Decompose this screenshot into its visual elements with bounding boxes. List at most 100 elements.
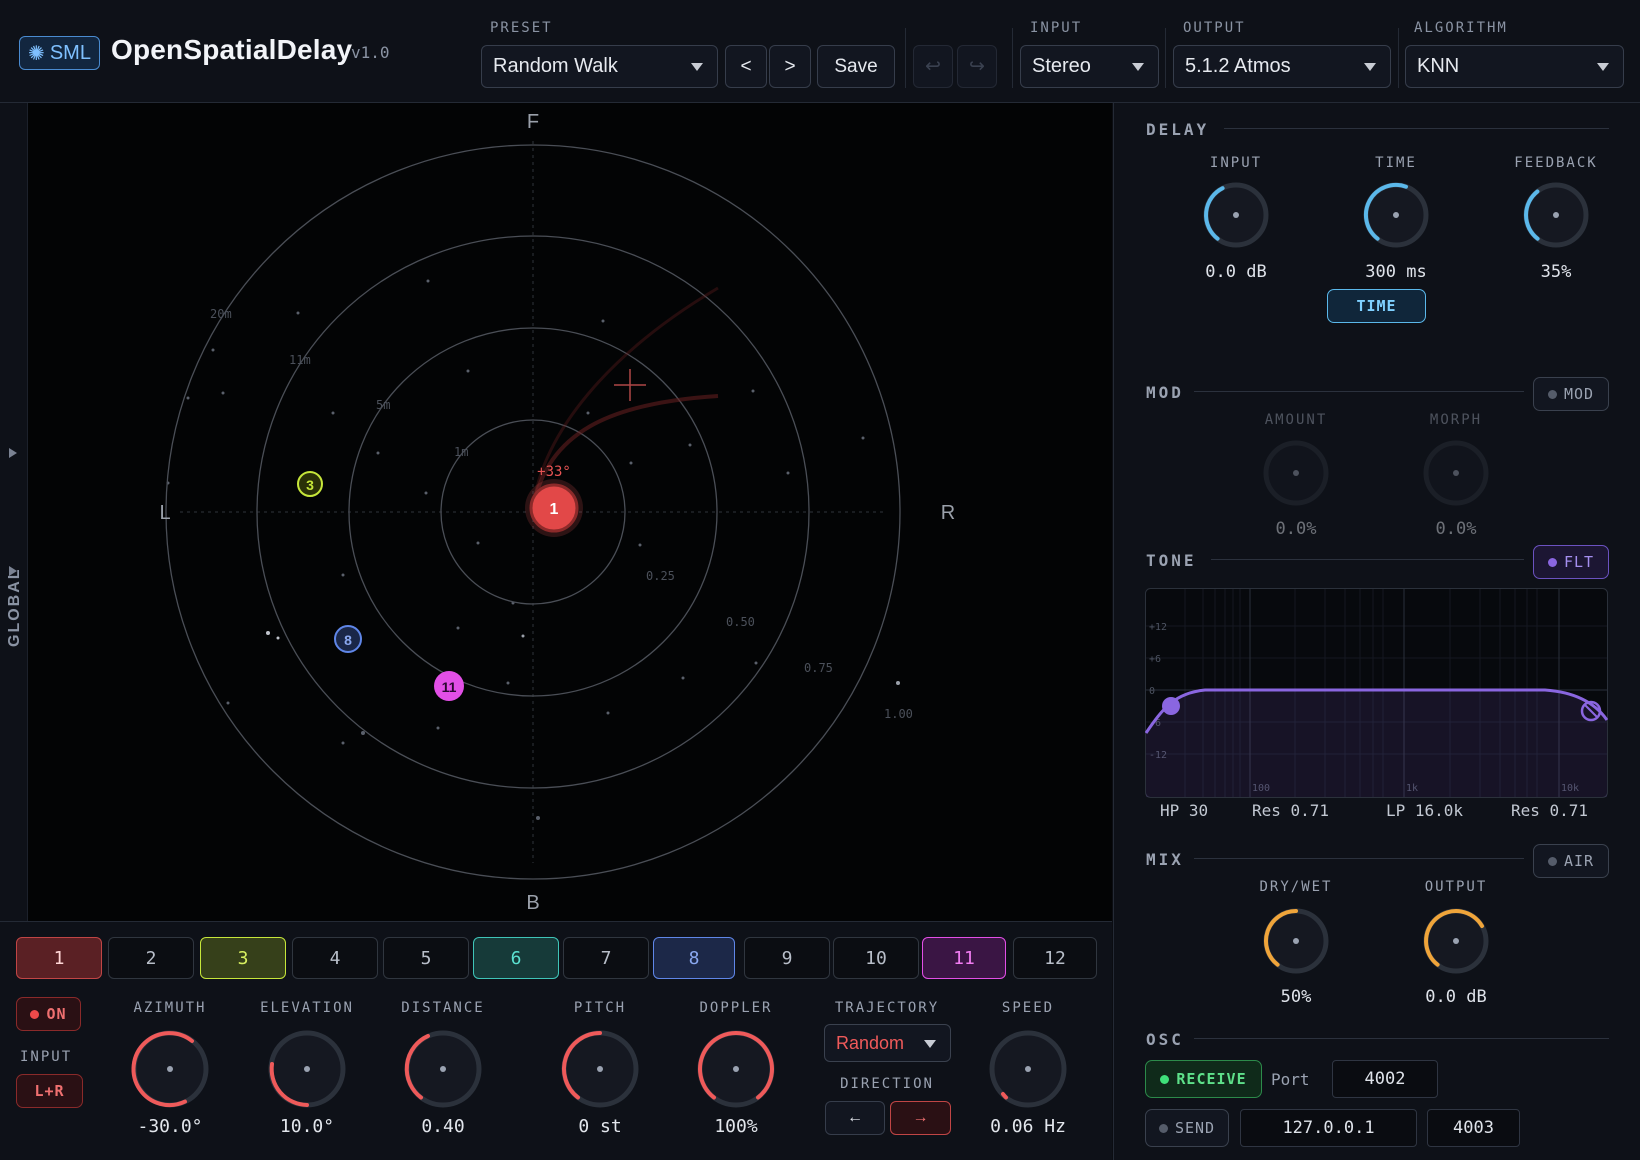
channel-button-7[interactable]: 7 xyxy=(563,937,649,979)
output-value: 5.1.2 Atmos xyxy=(1185,55,1291,77)
spatial-view[interactable]: F B L R 20m 11m 5m 1m 0.25 0.50 0.75 1.0… xyxy=(28,103,1112,921)
divider xyxy=(905,28,906,88)
divider xyxy=(1211,559,1524,560)
delay-time-label: TIME xyxy=(1375,155,1417,171)
status-dot xyxy=(1547,557,1557,567)
drywet-knob[interactable] xyxy=(1256,901,1336,981)
osc-port-label: Port xyxy=(1271,1070,1310,1089)
mod-amount-knob[interactable] xyxy=(1256,433,1336,513)
drywet-value: 50% xyxy=(1280,987,1312,1007)
global-label: GLOBAL xyxy=(6,567,23,647)
trajectory-select[interactable]: Random xyxy=(824,1024,951,1062)
output-label: OUTPUT xyxy=(1183,20,1246,36)
speed-label: SPEED xyxy=(1001,1000,1055,1016)
input-label: INPUT xyxy=(1030,20,1083,36)
distance-knob[interactable] xyxy=(398,1024,488,1114)
spatial-canvas[interactable]: F B L R 20m 11m 5m 1m 0.25 0.50 0.75 1.0… xyxy=(28,103,1112,921)
parameter-panel: DELAY INPUT TIME FEEDBACK 0.0 dB 300 ms … xyxy=(1113,103,1640,1160)
channel-button-11[interactable]: 11 xyxy=(922,937,1006,979)
arrow-left-icon: ← xyxy=(847,1109,863,1126)
expand-arrow-icon xyxy=(9,448,17,458)
expand-arrow-icon xyxy=(9,566,17,576)
source-angle-label: +33° xyxy=(537,464,571,480)
elevation-value: 10.0° xyxy=(279,1116,335,1137)
mix-section-title: MIX xyxy=(1146,850,1184,869)
mod-amount-label: AMOUNT xyxy=(1264,412,1328,428)
chevron-down-icon xyxy=(1597,63,1609,71)
divider xyxy=(1165,28,1166,88)
channel-button-9[interactable]: 9 xyxy=(744,937,830,979)
preset-select[interactable]: Random Walk xyxy=(481,45,718,88)
input-select[interactable]: Stereo xyxy=(1020,45,1159,88)
header: ✺ SML OpenSpatialDelay v1.0 PRESET Rando… xyxy=(0,0,1640,103)
source-3[interactable]: 3 xyxy=(297,471,323,497)
redo-button[interactable]: ↪ xyxy=(957,45,997,88)
divider xyxy=(1194,1038,1609,1039)
channel-button-1[interactable]: 1 xyxy=(16,937,102,979)
channel-button-10[interactable]: 10 xyxy=(833,937,919,979)
channel-button-8[interactable]: 8 xyxy=(653,937,735,979)
distance-value: 0.40 xyxy=(421,1116,465,1137)
source-input-button[interactable]: L+R xyxy=(16,1074,83,1108)
azimuth-label: AZIMUTH xyxy=(133,1000,207,1016)
save-button[interactable]: Save xyxy=(817,45,895,88)
air-toggle[interactable]: AIR xyxy=(1533,844,1609,878)
direction-forward-button[interactable]: → xyxy=(890,1101,951,1135)
osc-receive-toggle[interactable]: RECEIVE xyxy=(1145,1060,1262,1098)
logo-icon: ✺ xyxy=(28,42,45,65)
filter-toggle[interactable]: FLT xyxy=(1533,545,1609,579)
source-11[interactable]: 11 xyxy=(434,671,464,701)
mod-toggle-label: MOD xyxy=(1563,385,1595,403)
algorithm-label: ALGORITHM xyxy=(1414,20,1508,36)
front-label: F xyxy=(527,111,539,133)
doppler-knob[interactable] xyxy=(691,1024,781,1114)
source-8[interactable]: 8 xyxy=(334,625,362,653)
elevation-knob[interactable] xyxy=(262,1024,352,1114)
osc-send-toggle[interactable]: SEND xyxy=(1145,1109,1229,1147)
mix-output-knob[interactable] xyxy=(1416,901,1496,981)
divider xyxy=(1194,391,1524,392)
algorithm-value: KNN xyxy=(1417,55,1460,77)
app-version: v1.0 xyxy=(351,43,390,62)
undo-button[interactable]: ↩ xyxy=(913,45,953,88)
mod-morph-knob[interactable] xyxy=(1416,433,1496,513)
direction-reverse-button[interactable]: ← xyxy=(825,1101,885,1135)
distance-label: 1m xyxy=(454,445,468,459)
azimuth-knob[interactable] xyxy=(125,1024,215,1114)
time-sync-button[interactable]: TIME xyxy=(1327,289,1426,323)
trajectory-value: Random xyxy=(836,1032,905,1053)
delay-time-knob[interactable] xyxy=(1356,175,1436,255)
global-sidebar-toggle[interactable]: GLOBAL xyxy=(0,103,28,921)
delay-feedback-knob[interactable] xyxy=(1516,175,1596,255)
channel-button-5[interactable]: 5 xyxy=(383,937,469,979)
osc-send-port-input[interactable]: 4003 xyxy=(1427,1109,1520,1147)
next-preset-button[interactable]: > xyxy=(769,45,811,88)
radius-label: 1.00 xyxy=(884,707,913,721)
divider xyxy=(1398,28,1399,88)
pitch-knob[interactable] xyxy=(555,1024,645,1114)
radius-label: 0.50 xyxy=(726,615,755,629)
tone-section-title: TONE xyxy=(1146,551,1197,570)
speed-knob[interactable] xyxy=(983,1024,1073,1114)
osc-receive-port-input[interactable]: 4002 xyxy=(1332,1060,1438,1098)
app-title: OpenSpatialDelay xyxy=(111,34,353,65)
mod-toggle[interactable]: MOD xyxy=(1533,377,1609,411)
output-select[interactable]: 5.1.2 Atmos xyxy=(1173,45,1391,88)
redo-icon: ↪ xyxy=(969,56,985,77)
air-toggle-label: AIR xyxy=(1563,852,1595,870)
filter-graph[interactable]: +12 +6 0 -6 -12 100 1k 10k xyxy=(1145,588,1608,798)
algorithm-select[interactable]: KNN xyxy=(1405,45,1624,88)
channel-button-4[interactable]: 4 xyxy=(292,937,378,979)
channel-button-12[interactable]: 12 xyxy=(1013,937,1097,979)
highpass-handle[interactable] xyxy=(1162,697,1180,715)
prev-preset-button[interactable]: < xyxy=(725,45,767,88)
delay-input-knob[interactable] xyxy=(1196,175,1276,255)
osc-send-ip-input[interactable]: 127.0.0.1 xyxy=(1240,1109,1417,1147)
channel-button-2[interactable]: 2 xyxy=(108,937,194,979)
source-on-toggle[interactable]: ON xyxy=(16,997,81,1031)
mix-output-value: 0.0 dB xyxy=(1425,987,1487,1007)
preset-label: PRESET xyxy=(490,20,553,36)
channel-button-3[interactable]: 3 xyxy=(200,937,286,979)
channel-button-6[interactable]: 6 xyxy=(473,937,559,979)
source-1[interactable]: 1 +33° xyxy=(525,464,583,537)
